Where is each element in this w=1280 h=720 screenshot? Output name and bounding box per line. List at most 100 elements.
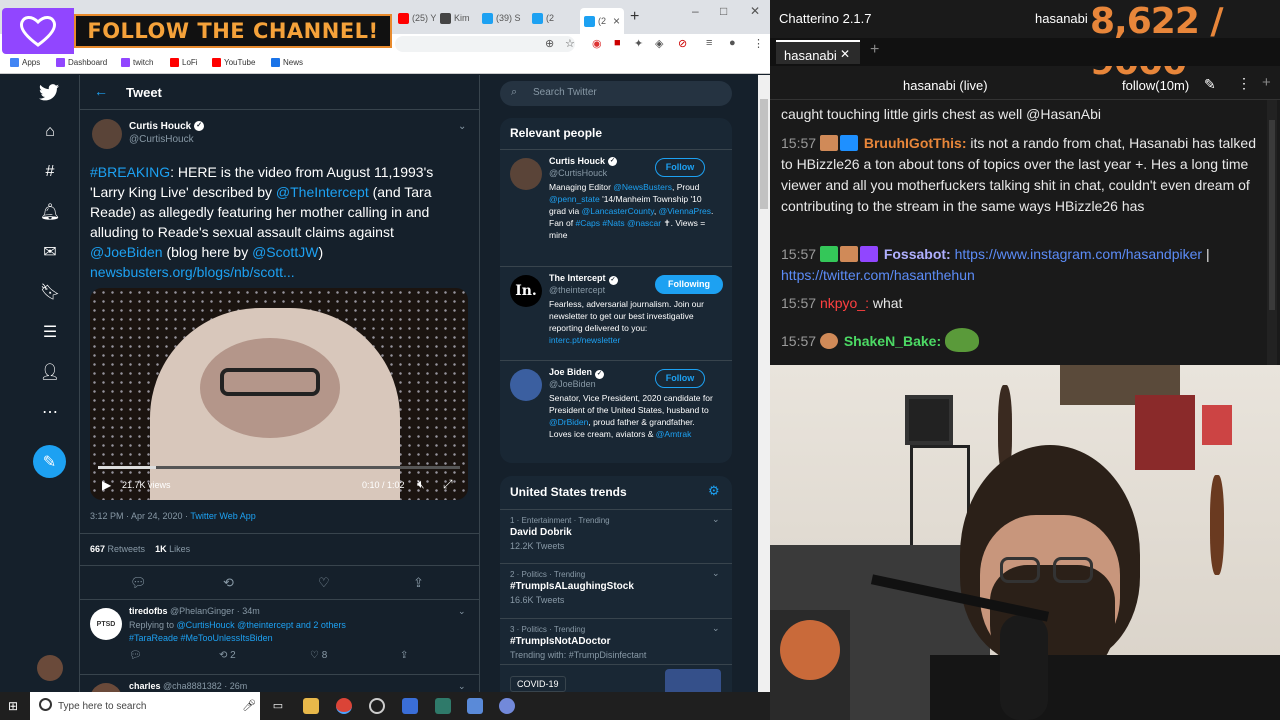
bookmark-twitch[interactable]: twitch: [121, 58, 153, 67]
person-avatar[interactable]: [510, 369, 542, 401]
chrome-icon[interactable]: [336, 698, 352, 714]
messages-envelope-icon[interactable]: ✉: [39, 241, 61, 263]
share-icon[interactable]: ⇪: [413, 575, 424, 591]
mute-icon[interactable]: 🔇︎: [417, 477, 425, 492]
bio-link[interactable]: @LancasterCounty: [582, 206, 654, 216]
chat-username[interactable]: Fossabot:: [884, 246, 951, 262]
maximize-icon[interactable]: □: [720, 4, 727, 18]
chat-link[interactable]: https://www.instagram.com/hasandpiker: [955, 246, 1202, 262]
new-tab-button[interactable]: +: [630, 8, 639, 26]
close-icon[interactable]: ✕: [840, 47, 850, 61]
person-avatar[interactable]: In.: [510, 275, 542, 307]
task-view-icon[interactable]: ▭: [270, 698, 286, 714]
compose-tweet-button[interactable]: ✎: [33, 445, 66, 478]
reply-author[interactable]: tiredofbs @PhelanGinger · 34m: [129, 606, 260, 616]
file-explorer-icon[interactable]: [303, 698, 319, 714]
person-card[interactable]: Curtis Houck ✓ @CurtisHouck Managing Edit…: [500, 149, 732, 266]
minimize-icon[interactable]: –: [692, 4, 699, 18]
bio-link[interactable]: @penn_state: [549, 194, 600, 204]
search-input[interactable]: ⌕ Search Twitter: [500, 81, 732, 106]
notifications-bell-icon[interactable]: 🔔︎: [39, 201, 61, 223]
retweet-icon[interactable]: ⟲ 2: [219, 650, 236, 661]
fullscreen-icon[interactable]: ⤢: [443, 477, 453, 492]
explore-hashtag-icon[interactable]: #: [39, 161, 61, 183]
close-window-icon[interactable]: ✕: [750, 4, 760, 18]
chat-username[interactable]: nkpyo_:: [820, 295, 869, 311]
trend-item[interactable]: 1 · Entertainment · Trending David Dobri…: [500, 509, 732, 563]
mention-link[interactable]: @TheIntercept: [276, 184, 369, 200]
retweet-icon[interactable]: ⟲: [223, 575, 234, 591]
browser-tab[interactable]: (39) S: [482, 8, 521, 28]
reply-icon[interactable]: 💬︎: [129, 650, 142, 661]
chevron-down-icon[interactable]: ⌄: [458, 121, 466, 132]
page-scrollbar[interactable]: [758, 75, 770, 692]
play-icon[interactable]: ▶: [102, 478, 111, 492]
person-name[interactable]: Curtis Houck ✓: [549, 156, 618, 167]
chat-username[interactable]: BruuhIGotThis:: [864, 135, 967, 151]
reply-avatar[interactable]: [90, 683, 122, 692]
browser-tab[interactable]: Kim: [440, 8, 470, 28]
following-button[interactable]: Following: [655, 275, 723, 294]
likes-count[interactable]: 1K Likes: [155, 544, 190, 554]
follow-button[interactable]: Follow: [655, 158, 705, 177]
reply-tweet[interactable]: PTSD tiredofbs @PhelanGinger · 34m Reply…: [80, 600, 479, 675]
person-name[interactable]: The Intercept ✓: [549, 273, 618, 285]
mention-link[interactable]: @ScottJW: [252, 244, 318, 260]
retweets-count[interactable]: 667 Retweets: [90, 544, 145, 554]
bookmarks-icon[interactable]: 🔖︎: [39, 281, 61, 303]
menu-dots-icon[interactable]: ⋮: [1237, 75, 1251, 92]
account-avatar[interactable]: [37, 655, 63, 681]
url-link[interactable]: newsbusters.org/blogs/nb/scott...: [90, 264, 295, 280]
extension-icon[interactable]: ■: [614, 37, 621, 49]
discord-icon[interactable]: [499, 698, 515, 714]
browser-tab-active[interactable]: (2 ×: [580, 8, 625, 34]
reply-hashtags[interactable]: #TaraReade #MeTooUnlessItsBiden: [129, 633, 273, 643]
author-avatar[interactable]: [92, 119, 122, 149]
author-handle[interactable]: @CurtisHouck: [129, 134, 194, 145]
chat-link[interactable]: https://twitter.com/hasanthehun: [781, 267, 975, 283]
bio-link[interactable]: @Amtrak: [656, 429, 692, 439]
channel-name[interactable]: hasanabi (live): [903, 78, 988, 93]
trend-item[interactable]: 3 · Politics · Trending #TrumpIsNotADoct…: [500, 618, 732, 664]
video-player[interactable]: ▶ 21.7K views 0:10 / 1:02 🔇︎ ⤢: [90, 288, 468, 500]
microphone-icon[interactable]: 🎤︎: [242, 699, 256, 712]
add-tab-icon[interactable]: +: [870, 41, 879, 59]
bio-link[interactable]: #Caps #Nats @nascar: [575, 218, 661, 228]
chat-username[interactable]: ShakeN_Bake:: [844, 333, 941, 349]
author-name[interactable]: Curtis Houck ✓: [129, 121, 205, 132]
extension-icon[interactable]: ◉: [592, 37, 602, 50]
bio-link[interactable]: @ViennaPres: [659, 206, 711, 216]
reply-avatar[interactable]: PTSD: [90, 608, 122, 640]
chat-scrollbar[interactable]: [1267, 100, 1277, 365]
trend-item[interactable]: 2 · Politics · Trending #TrumpIsALaughin…: [500, 563, 732, 618]
chevron-down-icon[interactable]: ⌄: [712, 514, 720, 525]
home-icon[interactable]: ⌂: [39, 121, 61, 143]
person-name[interactable]: Joe Biden ✓: [549, 367, 605, 379]
zoom-icon[interactable]: ⊕: [545, 37, 554, 50]
windows-start-icon[interactable]: ⊞: [8, 699, 22, 713]
chat-tab[interactable]: hasanabi ✕: [776, 40, 860, 64]
tweet-source-link[interactable]: Twitter Web App: [190, 511, 255, 521]
browser-menu-icon[interactable]: ⋮: [753, 37, 764, 50]
trend-item[interactable]: COVID-19: [500, 664, 732, 692]
lists-icon[interactable]: ☰: [39, 321, 61, 343]
bookmark-apps[interactable]: Apps: [10, 58, 40, 67]
person-avatar[interactable]: [510, 158, 542, 190]
reply-tweet[interactable]: charles @cha8881382 · 26m ⌄: [80, 675, 479, 692]
obs-icon[interactable]: [369, 698, 385, 714]
profile-avatar-icon[interactable]: ●: [729, 37, 736, 49]
extension-icon[interactable]: ≡: [706, 37, 712, 49]
person-card[interactable]: Joe Biden ✓ @JoeBiden Senator, Vice Presi…: [500, 360, 732, 463]
bio-link[interactable]: interc.pt/newsletter: [549, 335, 620, 345]
extension-icon[interactable]: ◈: [655, 37, 663, 50]
bio-link[interactable]: @DrBiden: [549, 417, 588, 427]
add-split-icon[interactable]: +: [1262, 74, 1271, 91]
bookmark-star-icon[interactable]: ☆: [565, 37, 575, 50]
chevron-down-icon[interactable]: ⌄: [458, 681, 466, 692]
hashtag-link[interactable]: #BREAKING: [90, 164, 170, 180]
profile-person-icon[interactable]: 👤︎: [39, 361, 61, 383]
taskbar-search-input[interactable]: Type here to search 🎤︎: [30, 692, 260, 720]
browser-tab[interactable]: (25) Y: [398, 8, 436, 28]
more-circle-icon[interactable]: ⋯: [39, 401, 61, 423]
video-progress-bar[interactable]: [98, 466, 460, 469]
